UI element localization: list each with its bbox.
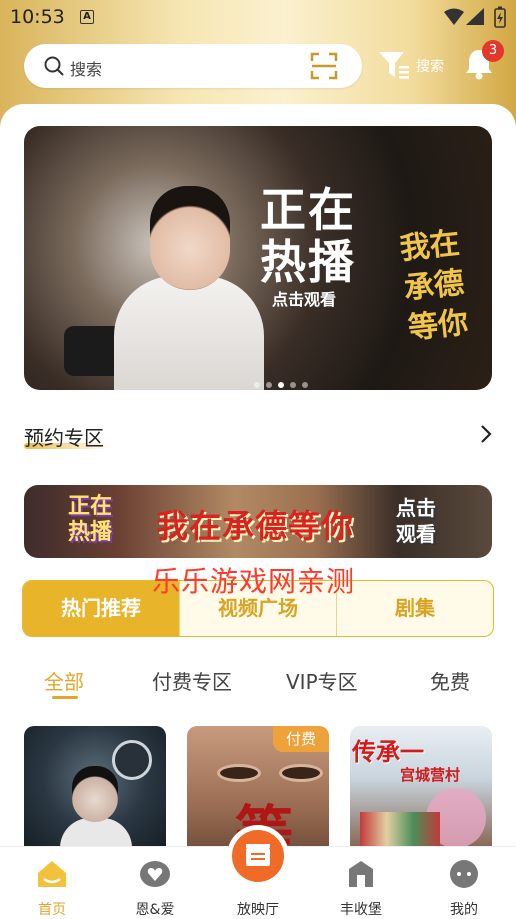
notification-badge: 3 xyxy=(482,40,504,62)
sub-tabs: 全部 付费专区 VIP专区 免费 xyxy=(22,664,494,704)
signal-icon xyxy=(466,8,484,25)
video-thumbnail[interactable]: 传承一 宫城营村 xyxy=(350,726,492,856)
banner-person-face xyxy=(150,186,230,290)
home-icon xyxy=(38,861,66,887)
clapper-icon xyxy=(246,844,270,866)
banner-calligraphy: 我在承德等你 xyxy=(398,225,470,347)
search-placeholder: 搜索 xyxy=(70,60,103,79)
filter-label: 搜索 xyxy=(416,59,444,75)
heart-icon xyxy=(140,861,170,887)
nav-label: 丰收堡 xyxy=(340,902,382,918)
promo-center-text: 我在承德等你 xyxy=(156,507,355,545)
status-time: 10:53 xyxy=(10,6,65,28)
nav-label: 放映厅 xyxy=(237,902,279,918)
nav-label: 首页 xyxy=(38,902,66,918)
carousel-dot-active xyxy=(278,382,284,388)
thumbnail-person-face xyxy=(72,766,118,822)
search-bar[interactable]: 搜索 xyxy=(24,44,362,88)
cinema-center-button[interactable] xyxy=(232,830,284,882)
filter-icon xyxy=(379,52,409,79)
subtab-paid[interactable]: 付费专区 xyxy=(152,666,232,695)
search-icon xyxy=(44,56,64,76)
thumbnail-subtitle: 宫城营村 xyxy=(400,766,461,784)
video-thumbnail[interactable] xyxy=(24,726,166,856)
paid-badge: 付费 xyxy=(273,726,329,752)
notifications-button[interactable]: 3 xyxy=(464,40,504,84)
house-icon xyxy=(349,861,373,887)
filter-search-button[interactable]: 搜索 xyxy=(378,48,450,84)
profile-icon xyxy=(450,860,478,888)
watermark-text: 乐乐游戏网亲测 xyxy=(152,565,356,598)
carousel-dot xyxy=(254,382,260,388)
carousel-dot xyxy=(290,382,296,388)
section-title: 预约专区 xyxy=(24,426,104,450)
subtab-all[interactable]: 全部 xyxy=(44,666,84,695)
nav-label: 我的 xyxy=(450,902,478,918)
thumbnail-calligraphy: 传承一 xyxy=(352,737,424,766)
carousel-dots xyxy=(254,373,314,390)
promo-left-text: 正在 热播 xyxy=(68,493,113,545)
clock-image xyxy=(112,740,152,780)
banner-subtitle: 点击观看 xyxy=(272,290,337,309)
chevron-right-icon[interactable] xyxy=(480,424,492,444)
banner-person-image xyxy=(114,276,264,390)
carousel-dot xyxy=(302,382,308,388)
promo-banner[interactable]: 正在 热播 我在承德等你 点击 观看 xyxy=(24,485,492,558)
subtab-vip[interactable]: VIP专区 xyxy=(286,666,358,695)
hero-banner[interactable]: 正在 热播 点击观看 我在承德等你 xyxy=(24,126,492,390)
notification-a-icon: A xyxy=(80,10,94,24)
status-bar: 10:53 A xyxy=(0,0,516,34)
reservation-section-header[interactable]: 预约专区 xyxy=(24,418,494,452)
scan-icon[interactable] xyxy=(310,52,338,80)
nav-label: 恩&爱 xyxy=(135,902,175,918)
thumbnail-eye xyxy=(217,764,261,782)
wifi-icon xyxy=(444,8,464,25)
carousel-dot xyxy=(266,382,272,388)
promo-right-text: 点击 观看 xyxy=(396,496,436,546)
tab-series[interactable]: 剧集 xyxy=(337,581,493,636)
subtab-active-indicator xyxy=(52,696,78,699)
thumbnail-eye xyxy=(279,764,323,782)
battery-icon xyxy=(494,6,506,28)
banner-title: 正在 热播 xyxy=(260,183,356,289)
subtab-free[interactable]: 免费 xyxy=(430,666,470,695)
